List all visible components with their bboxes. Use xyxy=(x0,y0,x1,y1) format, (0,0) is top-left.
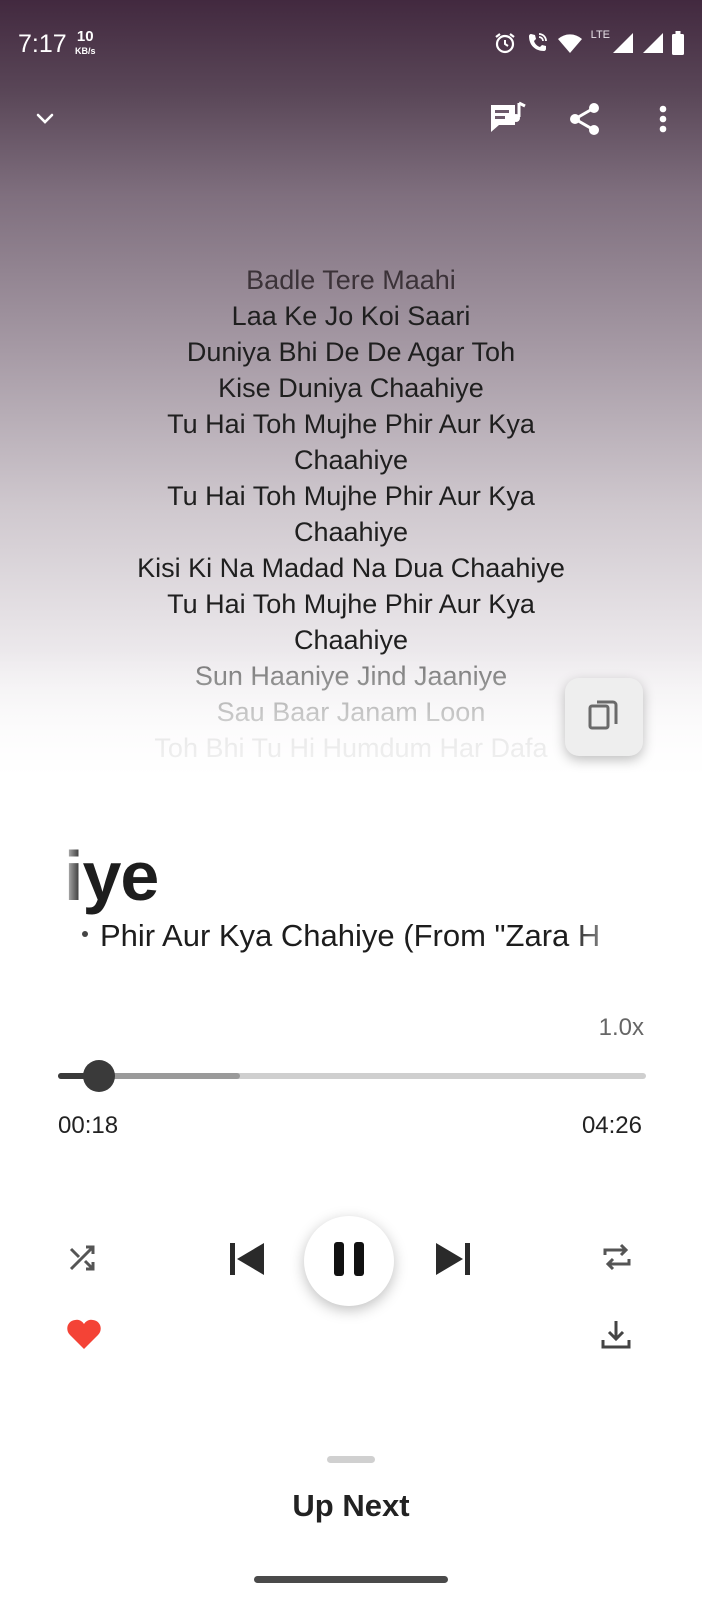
lyrics-button[interactable] xyxy=(485,98,531,144)
lyric-line: Badle Tere Maahi xyxy=(246,265,456,295)
wifi-icon xyxy=(557,32,583,54)
pause-icon xyxy=(332,1241,366,1282)
player-toolbar xyxy=(0,92,702,152)
current-time: 00:18 xyxy=(58,1112,119,1139)
copy-icon xyxy=(588,698,620,737)
heart-icon xyxy=(66,1318,102,1355)
seek-thumb[interactable] xyxy=(83,1060,116,1092)
collapse-button[interactable] xyxy=(22,98,68,144)
skip-next-icon xyxy=(434,1242,472,1281)
shuffle-button[interactable] xyxy=(60,1238,106,1284)
total-time: 04:26 xyxy=(581,1112,642,1139)
lyrics-view[interactable]: Badle Tere Maahi Laa Ke Jo Koi Saari Dun… xyxy=(80,262,622,766)
gesture-nav-bar[interactable] xyxy=(254,1576,448,1583)
shuffle-icon xyxy=(68,1244,98,1279)
net-speed-unit: KB/s xyxy=(75,46,96,56)
lyric-line: Sun Haaniye Jind Jaaniye xyxy=(194,661,508,691)
status-bar: 7:17 10 KB/s LTE xyxy=(0,0,702,86)
up-next-drag-handle[interactable] xyxy=(327,1456,375,1463)
playback-speed-button[interactable]: 1.0x xyxy=(599,1014,644,1042)
lyric-line: Tu Hai Toh Mujhe Phir Aur Kya Chaahiye xyxy=(167,589,535,655)
song-subtitle: Phir Aur Kya Chahiye (From "Zara H xyxy=(82,916,637,956)
copy-lyrics-button[interactable] xyxy=(565,678,643,756)
lyric-line: Tu Hai Toh Mujhe Phir Aur Kya Chaahiye xyxy=(167,481,535,547)
lyrics-icon xyxy=(489,101,527,142)
repeat-icon xyxy=(601,1241,633,1278)
lyric-line: Toh Bhi Tu Hi Humdum Har Dafa xyxy=(154,733,548,763)
song-subtitle-text: Phir Aur Kya Chahiye (From "Zara H xyxy=(100,918,601,953)
repeat-button[interactable] xyxy=(594,1236,640,1282)
lyric-line: Duniya Bhi De De Agar Toh xyxy=(186,337,516,367)
download-icon xyxy=(600,1318,632,1355)
battery-icon xyxy=(672,31,684,55)
lyric-line: Sau Baar Janam Loon xyxy=(216,697,486,727)
signal-icon-2 xyxy=(642,32,664,54)
subtitle-marquee-fade xyxy=(570,912,640,960)
share-icon xyxy=(568,102,602,141)
player-hero: 7:17 10 KB/s LTE Badle Tere Maahi Laa Ke… xyxy=(0,0,702,780)
wifi-call-icon xyxy=(525,31,549,55)
title-marquee-fade xyxy=(60,830,82,920)
lyric-line: Kisi Ki Na Madad Na Dua Chaahiye xyxy=(137,553,565,583)
skip-previous-icon xyxy=(228,1242,266,1281)
network-type-label: LTE xyxy=(590,29,610,41)
pause-button[interactable] xyxy=(304,1216,394,1306)
alarm-icon xyxy=(493,31,517,55)
status-time: 7:17 xyxy=(18,30,67,58)
more-vert-icon xyxy=(659,105,667,138)
more-options-button[interactable] xyxy=(640,98,686,144)
net-speed-value: 10 xyxy=(76,28,94,45)
chevron-down-icon xyxy=(33,107,57,136)
separator-dot xyxy=(82,930,88,937)
up-next-label[interactable]: Up Next xyxy=(0,1488,702,1524)
status-icons: LTE xyxy=(493,29,684,55)
next-button[interactable] xyxy=(428,1236,478,1286)
like-button[interactable] xyxy=(62,1314,106,1358)
lyric-line: Kise Duniya Chaahiye xyxy=(218,373,484,403)
net-speed: 10 KB/s xyxy=(75,28,96,58)
download-button[interactable] xyxy=(594,1314,638,1358)
seek-bar[interactable] xyxy=(58,1060,646,1092)
previous-button[interactable] xyxy=(222,1236,272,1286)
share-button[interactable] xyxy=(562,98,608,144)
lyric-line: Laa Ke Jo Koi Saari xyxy=(231,301,471,331)
signal-icon-1 xyxy=(612,32,634,54)
lyric-line: Tu Hai Toh Mujhe Phir Aur Kya Chaahiye xyxy=(167,409,535,475)
